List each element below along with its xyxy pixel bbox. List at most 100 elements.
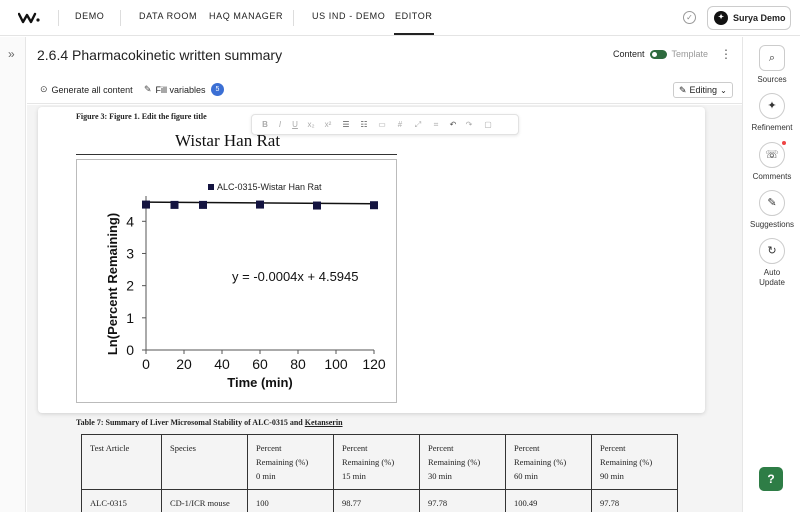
auto-update-button[interactable]: ↻ Auto Update — [743, 238, 800, 288]
x-tick-label: 40 — [214, 356, 230, 372]
x-tick-label: 60 — [252, 356, 268, 372]
underline-icon[interactable]: U — [287, 120, 303, 129]
header-text: Percent — [600, 443, 626, 453]
x-tick-label: 0 — [142, 356, 150, 372]
y-tick-label: 0 — [126, 342, 134, 358]
header-text: Percent — [428, 443, 454, 453]
mode-label: Editing — [689, 85, 718, 95]
suggestions-button[interactable]: ✎ Suggestions — [743, 190, 800, 230]
italic-icon[interactable]: I — [273, 120, 287, 129]
check-circle-icon[interactable]: ✓ — [683, 11, 696, 24]
more-options-icon[interactable]: ⋮ — [720, 47, 732, 61]
chat-icon: ☏ — [759, 141, 786, 168]
numbered-list-icon[interactable]: ☷ — [355, 120, 373, 129]
nav-item-editor[interactable]: EDITOR — [395, 11, 432, 21]
comment-icon[interactable]: ▢ — [477, 120, 499, 129]
comments-button[interactable]: ☏ Comments — [743, 141, 800, 182]
legend-marker — [208, 184, 214, 190]
header-text: Remaining (%) — [514, 457, 567, 467]
action-bar: ⊙ Generate all content ✎ Fill variables — [27, 76, 742, 104]
header-text: 30 min — [428, 471, 452, 481]
superscript-icon[interactable]: x² — [319, 120, 337, 129]
expand-panel-icon[interactable]: » — [8, 47, 15, 61]
x-tick-label: 80 — [290, 356, 306, 372]
y-tick-label: 1 — [126, 310, 134, 326]
bullet-list-icon[interactable]: ☰ — [337, 120, 355, 129]
content-label: Content — [613, 49, 645, 59]
header-text: 15 min — [342, 471, 366, 481]
editing-mode-dropdown[interactable]: ✎ Editing ⌄ — [673, 82, 733, 98]
y-axis-label: Ln(Percent Remaining) — [105, 213, 120, 355]
question-icon: ? — [767, 472, 775, 486]
header-text: 60 min — [514, 471, 538, 481]
nav-separator — [120, 10, 121, 26]
table-caption-underlined: Ketanserin — [304, 418, 343, 427]
table-cell: 98.77 — [333, 489, 420, 512]
active-tab-indicator — [394, 33, 434, 35]
header-text: Remaining (%) — [428, 457, 481, 467]
table-cell: 97.78 — [591, 489, 678, 512]
table-header-cell: Test Article — [81, 434, 162, 490]
table-cell: 97.78 — [419, 489, 506, 512]
pencil-icon: ✎ — [144, 84, 152, 94]
nav-item-haq-manager[interactable]: HAQ MANAGER — [209, 11, 283, 21]
pk-chart: 0 20 40 60 80 100 120 0 1 2 3 4 Time (min) Ln(Percent… — [105, 182, 386, 390]
avatar: ✦ — [714, 11, 728, 25]
header-text: Percent — [514, 443, 540, 453]
app-logo-icon[interactable] — [18, 10, 40, 26]
right-rail: ⌕ Sources ✦ Refinement ☏ Comments ✎ Sugg… — [742, 37, 800, 512]
user-name: Surya Demo — [733, 13, 786, 23]
chart-container: 0 20 40 60 80 100 120 0 1 2 3 4 Time (min) Ln(Percent… — [76, 159, 397, 403]
nav-item-us-ind-demo[interactable]: US IND - DEMO — [312, 11, 385, 21]
chart-title: Wistar Han Rat — [175, 131, 281, 150]
data-point — [370, 201, 378, 210]
content-template-toggle[interactable]: Content Template — [613, 49, 708, 59]
bold-icon[interactable]: B — [257, 120, 273, 129]
suggestions-label: Suggestions — [749, 220, 795, 229]
document-search-icon: ⌕ — [759, 45, 785, 71]
header-text: 90 min — [600, 471, 624, 481]
header-text: Percent — [342, 443, 368, 453]
data-point — [256, 200, 264, 209]
crop-icon[interactable]: ⌗ — [427, 120, 445, 130]
toggle-switch[interactable] — [649, 49, 667, 59]
page-title: 2.6.4 Pharmacokinetic written summary — [37, 47, 283, 63]
y-tick-label: 4 — [126, 213, 134, 229]
nav-item-demo[interactable]: DEMO — [75, 11, 104, 21]
sources-button[interactable]: ⌕ Sources — [743, 45, 800, 85]
variables-count-badge: 5 — [211, 83, 224, 96]
nav-item-data-room[interactable]: DATA ROOM — [139, 11, 197, 21]
table-header-cell: Percent Remaining (%) 30 min — [419, 434, 506, 490]
table-header-cell: Percent Remaining (%) 60 min — [505, 434, 592, 490]
generate-all-content-button[interactable]: ⊙ Generate all content — [40, 84, 133, 95]
sparkle-icon: ✦ — [759, 93, 785, 119]
table-header-cell: Percent Remaining (%) 90 min — [591, 434, 678, 490]
table-caption-text: Table 7: Summary of Liver Microsomal Sta… — [76, 418, 305, 427]
undo-icon[interactable]: ↶ — [445, 120, 461, 129]
refinement-button[interactable]: ✦ Refinement — [743, 93, 800, 133]
fill-variables-button[interactable]: ✎ Fill variables — [144, 84, 206, 95]
table-icon[interactable]: # — [391, 120, 409, 129]
header-text: Remaining (%) — [256, 457, 309, 467]
subscript-icon[interactable]: x₂ — [303, 120, 319, 129]
x-axis-label: Time (min) — [227, 375, 293, 390]
image-icon[interactable]: ▭ — [373, 120, 391, 129]
help-button[interactable]: ? — [759, 467, 783, 491]
table-cell: ALC-0315 — [81, 489, 162, 512]
y-tick-label: 3 — [126, 245, 134, 261]
edit-icon: ✎ — [679, 84, 687, 95]
x-tick-label: 120 — [362, 356, 386, 372]
table-row: ALC-0315 CD-1/ICR mouse 100 98.77 97.78 100.4… — [81, 489, 678, 512]
generate-label: Generate all content — [51, 84, 133, 95]
redo-icon[interactable]: ↷ — [461, 120, 477, 129]
header-text: Test Article — [90, 443, 130, 453]
header-text: Species — [170, 443, 196, 453]
figure-caption[interactable]: Figure 3: Figure 1. Edit the figure titl… — [76, 112, 207, 121]
chevron-down-icon: ⌄ — [720, 85, 727, 95]
header-text: Remaining (%) — [342, 457, 395, 467]
trendline-equation: y = -0.0004x + 4.5945 — [232, 269, 358, 284]
user-menu-button[interactable]: ✦ Surya Demo — [707, 6, 791, 30]
header-text: Percent — [256, 443, 282, 453]
comments-label: Comments — [752, 172, 792, 181]
expand-icon[interactable]: ⤢ — [409, 120, 427, 130]
